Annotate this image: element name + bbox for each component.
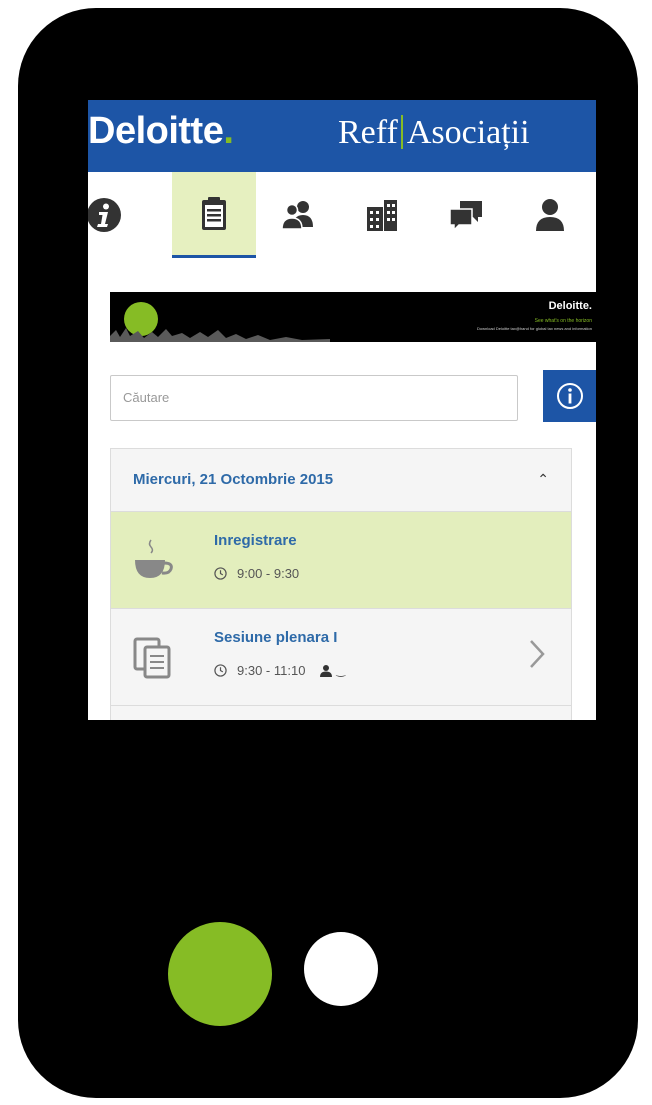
speaker-more-icon: ‿ <box>336 665 346 677</box>
agenda-item-title: Inregistrare <box>214 532 297 549</box>
agenda-date: Miercuri, 21 Octombrie 2015 <box>133 471 334 488</box>
agenda-item-time: 9:00 - 9:30 <box>214 566 299 581</box>
home-button-white[interactable] <box>304 932 378 1006</box>
info-circle-icon <box>556 383 583 409</box>
agenda-day-header[interactable]: Miercuri, 21 Octombrie 2015 ⌃ <box>111 449 571 511</box>
tab-profile[interactable] <box>508 172 592 258</box>
speaker-icon <box>320 664 333 677</box>
app-screen: Deloitte. Reff Asociații Deloitte. See w… <box>88 100 596 720</box>
banner-fine-print: Download Deloitte tax@hand for global ta… <box>476 326 592 331</box>
agenda-panel: Miercuri, 21 Octombrie 2015 ⌃ Inregistra… <box>110 448 572 720</box>
ad-banner[interactable]: Deloitte. See what's on the horizon Down… <box>110 292 596 342</box>
reff-asociatii-logo: Reff Asociații <box>338 114 530 151</box>
tab-agenda[interactable] <box>172 172 256 258</box>
agenda-item[interactable]: Sesiune plenara I 9:30 - 11:10 ‿ <box>111 608 571 705</box>
banner-tagline: See what's on the horizon <box>534 318 592 324</box>
tab-venue[interactable] <box>340 172 424 258</box>
tab-bar <box>88 172 596 260</box>
search-input[interactable] <box>111 376 503 418</box>
clock-icon <box>214 664 227 677</box>
clipboard-icon <box>202 196 226 230</box>
search-box <box>110 375 518 421</box>
documents-icon <box>133 637 171 679</box>
info-icon <box>88 198 121 232</box>
info-button[interactable] <box>543 370 596 422</box>
banner-brand: Deloitte. <box>548 300 592 312</box>
chat-icon <box>449 201 482 232</box>
user-icon <box>536 199 564 231</box>
agenda-item[interactable]: Pauza de cafea11:10 - 11:30 <box>111 705 571 720</box>
agenda-item-title: Sesiune plenara I <box>214 629 338 646</box>
tab-info[interactable] <box>88 172 146 258</box>
coffee-cup-icon <box>135 539 173 578</box>
banner-grass-graphic <box>110 328 330 342</box>
tab-messages[interactable] <box>424 172 508 258</box>
brand-header: Deloitte. Reff Asociații <box>88 100 596 172</box>
agenda-item[interactable]: Inregistrare 9:00 - 9:30 <box>111 511 571 608</box>
home-button-green[interactable] <box>168 922 272 1026</box>
people-icon <box>281 201 313 230</box>
tab-speakers[interactable] <box>256 172 340 258</box>
building-icon <box>367 200 397 231</box>
clock-icon <box>214 567 227 580</box>
deloitte-logo: Deloitte. <box>88 110 234 152</box>
chevron-right-icon[interactable] <box>529 639 545 669</box>
chevron-up-icon[interactable]: ⌃ <box>537 471 549 488</box>
agenda-item-time: 9:30 - 11:10 ‿ <box>214 663 345 678</box>
